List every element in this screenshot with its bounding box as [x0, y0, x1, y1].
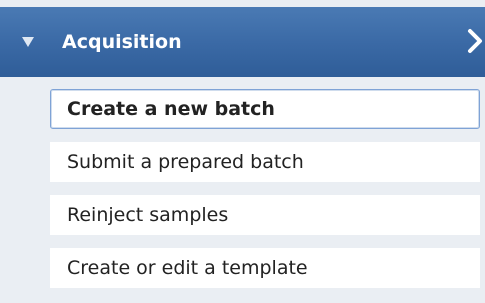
triangle-down-icon[interactable]: [22, 37, 34, 47]
section-title: Acquisition: [62, 31, 182, 53]
menu-item-create-new-batch[interactable]: Create a new batch: [50, 89, 480, 129]
acquisition-section-header[interactable]: Acquisition: [0, 7, 485, 77]
menu-item-create-edit-template[interactable]: Create or edit a template: [50, 248, 480, 288]
chevron-right-icon[interactable]: [467, 28, 483, 54]
menu-item-reinject-samples[interactable]: Reinject samples: [50, 195, 480, 235]
menu-item-submit-prepared-batch[interactable]: Submit a prepared batch: [50, 142, 480, 182]
